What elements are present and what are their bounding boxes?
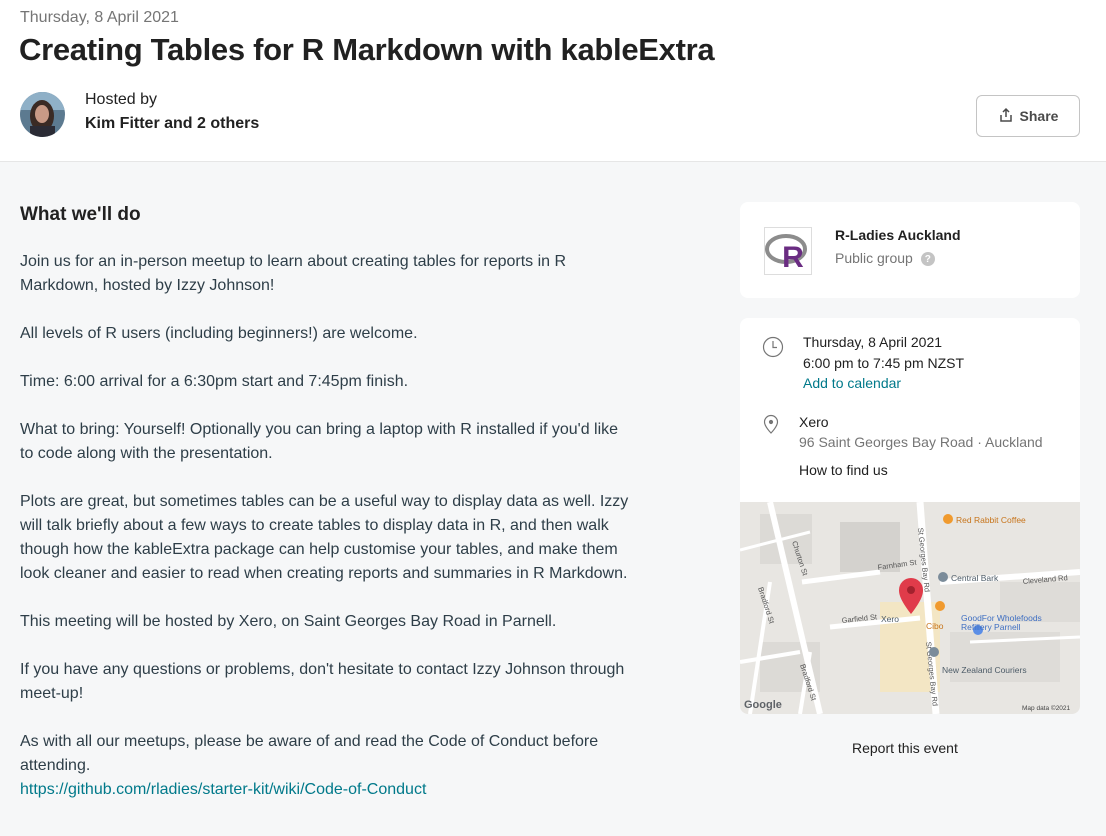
details-heading: What we'll do [20,204,141,225]
venue-map[interactable]: Churton St Bradford St Farnham St St Geo… [740,501,1080,714]
event-info-card: Thursday, 8 April 2021 6:00 pm to 7:45 p… [740,318,1080,714]
business-poi-icon [929,647,939,657]
add-to-calendar-link[interactable]: Add to calendar [803,375,901,391]
description-paragraph: As with all our meetups, please be aware… [20,730,630,802]
help-icon[interactable]: ? [920,252,935,266]
group-type-label: Public group [835,250,913,266]
share-icon [998,107,1014,126]
event-title: Creating Tables for R Markdown with kabl… [19,32,715,67]
description-paragraph: If you have any questions or problems, d… [20,661,625,702]
event-date: Thursday, 8 April 2021 [20,9,179,26]
event-description: Join us for an in-person meetup to learn… [20,250,630,802]
venue-name: Xero [799,414,829,430]
venue-address: 96 Saint Georges Bay Road · Auckland [799,434,1043,450]
event-info-time: 6:00 pm to 7:45 pm NZST [803,355,965,371]
map-place-label: Cibo [926,621,944,631]
map-attribution: Map data ©2021 [1022,704,1071,712]
share-label: Share [1019,108,1059,124]
description-paragraph: What to bring: Yourself! Optionally you … [20,421,619,462]
description-paragraph: Join us for an in-person meetup to learn… [20,253,567,294]
event-header: Thursday, 8 April 2021 Creating Tables f… [0,0,1106,162]
location-pin-icon [762,414,780,434]
how-to-find-us[interactable]: How to find us [799,462,888,478]
share-button[interactable]: Share [976,95,1080,137]
host-names[interactable]: Kim Fitter and 2 others [85,115,259,133]
hosted-by-label: Hosted by [85,91,158,108]
description-paragraph: All levels of R users (including beginne… [20,325,418,342]
shop-poi-icon [938,572,948,582]
coc-text: As with all our meetups, please be aware… [20,733,599,774]
coffee-poi-icon [943,514,953,524]
group-name[interactable]: R-Ladies Auckland [835,227,961,243]
group-type: Public group ? [835,250,935,266]
report-event-link[interactable]: Report this event [852,740,958,756]
host-avatar[interactable] [20,92,65,137]
description-paragraph: This meeting will be hosted by Xero, on … [20,613,557,630]
google-logo: Google [744,699,782,711]
svg-text:R: R [782,241,804,274]
group-card[interactable]: R R-Ladies Auckland Public group ? [740,202,1080,298]
code-of-conduct-link[interactable]: https://github.com/rladies/starter-kit/w… [20,781,426,798]
map-place-label: Xero [881,614,899,624]
map-place-label: New Zealand Couriers [942,665,1027,675]
map-place-label: Refillery Parnell [961,622,1021,632]
description-paragraph: Plots are great, but sometimes tables ca… [20,493,629,582]
event-info-date: Thursday, 8 April 2021 [803,334,943,350]
description-paragraph: Time: 6:00 arrival for a 6:30pm start an… [20,373,409,390]
clock-icon [762,336,784,358]
restaurant-poi-icon [935,601,945,611]
map-place-label: Red Rabbit Coffee [956,515,1026,525]
map-place-label: Central Bark [951,573,999,583]
group-logo[interactable]: R [764,227,812,275]
